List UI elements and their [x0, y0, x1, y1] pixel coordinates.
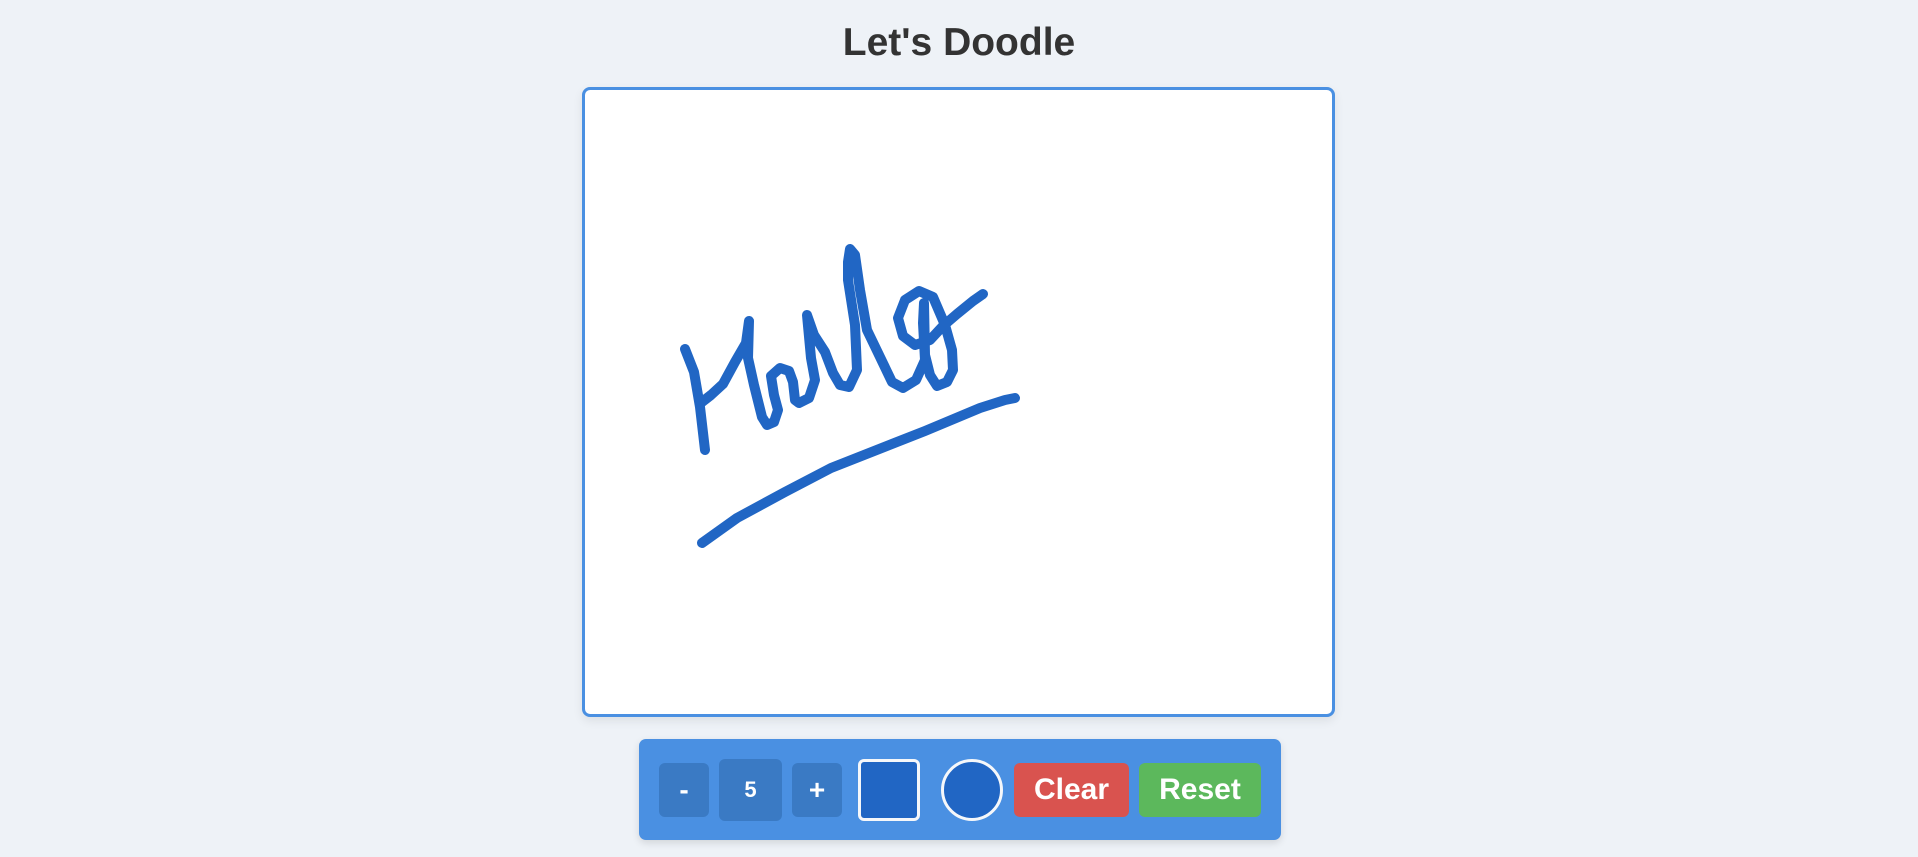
drawing-canvas[interactable]: [582, 87, 1335, 717]
color-swatch-icon[interactable]: [858, 759, 920, 821]
brush-size-display: 5: [719, 759, 782, 821]
page-title: Let's Doodle: [842, 21, 1076, 64]
decrease-size-button[interactable]: -: [659, 763, 709, 817]
toolbar: - 5 + Clear Reset: [639, 739, 1281, 840]
doodle-letter-h: [680, 244, 988, 455]
clear-button[interactable]: Clear: [1014, 763, 1129, 817]
doodle-underline: [697, 393, 1020, 548]
increase-size-button[interactable]: +: [792, 763, 842, 817]
reset-button[interactable]: Reset: [1139, 763, 1261, 817]
brush-preview-icon: [941, 759, 1003, 821]
doodle-drawing: [680, 244, 1020, 548]
